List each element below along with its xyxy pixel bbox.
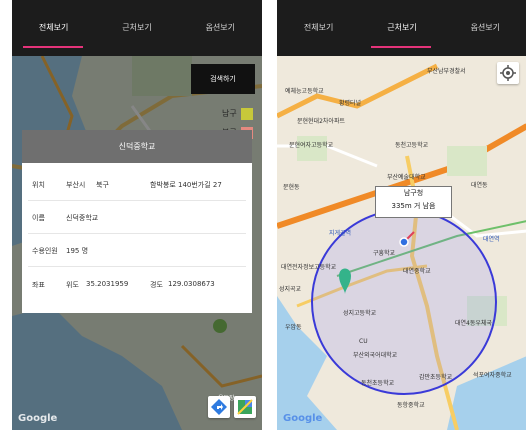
map-label: 예체능고등학교: [285, 88, 324, 95]
google-logo: Google: [283, 413, 323, 424]
divider: [28, 266, 246, 267]
tab-view-all[interactable]: 전체보기: [277, 0, 360, 56]
longitude-value: 129.0308673: [168, 280, 215, 288]
map-label: 대연중학교: [403, 268, 431, 275]
map-label: 성지고등학교: [343, 310, 377, 317]
latitude-label: 위도: [66, 281, 79, 289]
capacity: 195 명: [66, 247, 89, 255]
school-info-dialog: 신덕중학교 위치 부산시 북구 함박봉로 140번가길 27 이름 신덕중학교 …: [22, 130, 252, 313]
map-label: 대연전자정보고등학교: [281, 264, 337, 271]
map-label: 구흥학교: [373, 250, 396, 257]
map-label: 문현현대2차아파트: [297, 118, 345, 125]
map-label: 지게골역: [329, 230, 352, 237]
map-label: 대연4동우체국: [455, 320, 492, 327]
destination-callout[interactable]: 남구청 335m 거 남음: [375, 186, 452, 218]
left-screen: 전체보기 근처보기 옵션보기 검색하기 남구 북구 신덕중학교 위치 부산시 북…: [12, 0, 262, 430]
map-label: 부산남부경찰서: [427, 68, 466, 75]
map-label: 우암동: [285, 324, 302, 331]
dialog-title: 신덕중학교: [22, 130, 252, 163]
my-location-button[interactable]: [497, 62, 519, 84]
city: 부산시: [66, 181, 86, 189]
active-tab-indicator: [371, 46, 432, 48]
district: 북구: [96, 181, 109, 189]
right-screen: 전체보기 근처보기 옵션보기 부산남부경찰서 예체능고등학교 황령터널 문현현대…: [277, 0, 526, 430]
row-key: 수용인원: [32, 247, 58, 255]
map-label: 대연동: [471, 182, 488, 189]
latitude-value: 35.2031959: [86, 280, 129, 288]
crosshair-icon: [500, 65, 516, 81]
tab-bar: 전체보기 근처보기 옵션보기: [277, 0, 526, 56]
map-label: 감만초등학교: [419, 374, 453, 381]
active-tab-indicator: [23, 46, 83, 48]
tab-bar: 전체보기 근처보기 옵션보기: [12, 0, 262, 56]
tab-label: 전체보기: [38, 23, 69, 32]
maps-app-button[interactable]: [234, 396, 256, 418]
longitude-label: 경도: [150, 281, 163, 289]
school-name: 신덕중학교: [66, 214, 99, 222]
navigation-button[interactable]: [208, 396, 230, 418]
row-key: 위치: [32, 181, 45, 189]
tab-options[interactable]: 옵션보기: [179, 0, 262, 56]
map-label: 문현여자고등학교: [289, 142, 334, 149]
address: 함박봉로 140번가길 27: [150, 181, 222, 189]
map-label: 대연역: [483, 236, 500, 243]
map-label: 동천초등학교: [361, 380, 395, 387]
map-label: 부산외국어대학교: [353, 352, 398, 359]
tab-nearby[interactable]: 근처보기: [95, 0, 178, 56]
tab-label: 근처보기: [122, 23, 152, 32]
divider: [28, 200, 246, 201]
tab-view-all[interactable]: 전체보기: [12, 0, 95, 56]
map-label: 동천고등학교: [395, 142, 429, 149]
destination-distance: 335m 거 남음: [391, 202, 436, 210]
directions-icon: [211, 399, 227, 415]
search-button[interactable]: 검색하기: [191, 64, 255, 94]
tab-nearby[interactable]: 근처보기: [360, 0, 443, 56]
tab-label: 옵션보기: [470, 23, 501, 32]
tab-label: 옵션보기: [205, 23, 236, 32]
google-maps-icon: [237, 399, 253, 415]
map-label: 문현동: [283, 184, 300, 191]
map-label: 동항중학교: [397, 402, 425, 409]
tab-label: 근처보기: [387, 23, 417, 32]
map-label: 황령터널: [339, 100, 362, 107]
google-logo: Google: [18, 413, 58, 424]
tab-options[interactable]: 옵션보기: [444, 0, 526, 56]
legend-label: 남구: [222, 109, 237, 118]
map-label: 성지곡교: [279, 286, 302, 293]
map-label: 부산예술대학교: [387, 174, 426, 181]
map-label: 석포여자중학교: [473, 372, 512, 379]
map-label: CU: [359, 338, 368, 345]
divider: [28, 233, 246, 234]
row-key: 좌표: [32, 281, 45, 289]
row-key: 이름: [32, 214, 45, 222]
destination-name: 남구청: [403, 189, 424, 197]
legend-swatch: [241, 108, 253, 120]
tab-label: 전체보기: [303, 23, 334, 32]
